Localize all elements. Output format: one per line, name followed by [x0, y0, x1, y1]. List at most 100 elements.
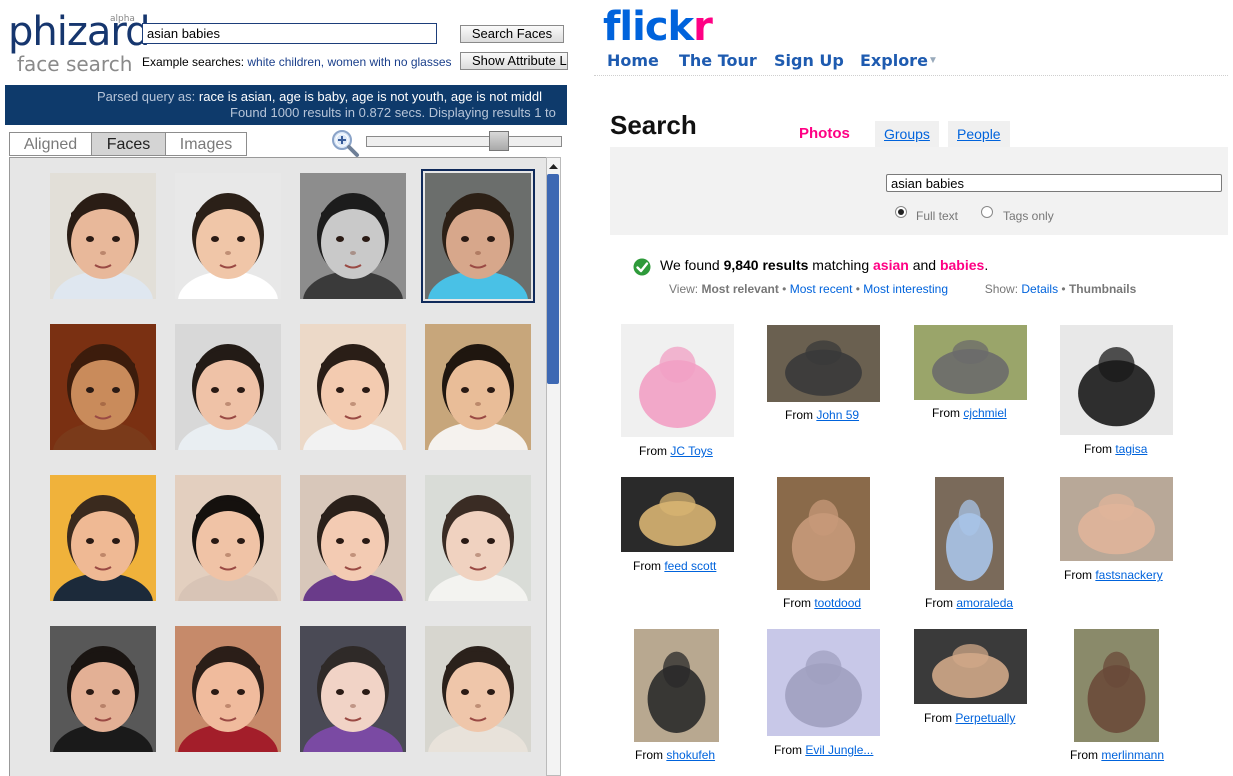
photo-thumbnail[interactable] [777, 477, 870, 590]
photo-thumbnail[interactable] [914, 629, 1027, 704]
photo-owner-link[interactable]: tootdood [814, 596, 861, 610]
photo-owner-link[interactable]: Evil Jungle... [805, 743, 873, 757]
face-result-thumbnail[interactable] [50, 324, 156, 450]
photo-caption: From shokufeh [635, 748, 715, 762]
photo-thumbnail[interactable] [767, 325, 880, 402]
view-most-relevant[interactable]: Most relevant [701, 282, 778, 296]
tab-photos[interactable]: Photos [790, 121, 859, 147]
photo-caption: From John 59 [785, 408, 859, 422]
nav-sign-up[interactable]: Sign Up [774, 51, 844, 70]
caption-from-label: From [785, 408, 817, 422]
face-result-thumbnail[interactable] [300, 324, 406, 450]
nav-home[interactable]: Home [607, 51, 659, 70]
photo-thumbnail[interactable] [621, 477, 734, 552]
tab-images[interactable]: Images [165, 132, 247, 156]
zoom-slider-thumb[interactable] [489, 131, 509, 151]
caption-from-label: From [1070, 748, 1102, 762]
photo-owner-link[interactable]: feed scott [664, 559, 716, 573]
photo-caption: From tagisa [1084, 442, 1147, 456]
photo-thumbnail[interactable] [767, 629, 880, 736]
face-result-thumbnail[interactable] [425, 626, 531, 752]
show-attribute-button[interactable]: Show Attribute L [460, 52, 568, 70]
face-result-thumbnail[interactable] [425, 475, 531, 601]
page-title: Search [610, 110, 697, 140]
alpha-badge: alpha [110, 14, 135, 24]
scroll-up-arrow-icon[interactable] [546, 159, 561, 174]
caption-from-label: From [639, 444, 671, 458]
nav-the-tour[interactable]: The Tour [679, 51, 757, 70]
photo-thumbnail[interactable] [935, 477, 1004, 590]
caption-from-label: From [932, 406, 964, 420]
caption-from-label: From [924, 711, 956, 725]
check-icon [633, 258, 651, 276]
photo-caption: From fastsnackery [1064, 568, 1163, 582]
caption-from-label: From [633, 559, 665, 573]
photo-thumbnail[interactable] [1060, 325, 1173, 435]
zoom-slider-track[interactable] [366, 136, 562, 147]
scrollbar-thumb[interactable] [547, 174, 559, 384]
explore-dropdown-icon[interactable]: ▼ [928, 55, 938, 66]
search-faces-button[interactable]: Search Faces [460, 25, 564, 43]
photo-owner-link[interactable]: shokufeh [666, 748, 715, 762]
view-most-recent[interactable]: Most recent [790, 282, 853, 296]
photo-owner-link[interactable]: Perpetually [955, 711, 1015, 725]
face-result-thumbnail[interactable] [421, 169, 535, 303]
face-result-thumbnail[interactable] [300, 173, 406, 299]
face-result-thumbnail[interactable] [425, 324, 531, 450]
caption-from-label: From [925, 596, 957, 610]
face-result-thumbnail[interactable] [175, 475, 281, 601]
show-thumbnails[interactable]: Thumbnails [1069, 282, 1136, 296]
nav-divider [594, 75, 1228, 77]
caption-from-label: From [635, 748, 667, 762]
magnifier-zoom-icon[interactable] [330, 128, 360, 158]
caption-from-label: From [1064, 568, 1096, 582]
radio-full-text-label: Full text [916, 209, 959, 223]
photo-caption: From amoraleda [925, 596, 1013, 610]
face-result-thumbnail[interactable] [50, 173, 156, 299]
results-summary: We found 9,840 results matching asian an… [660, 257, 989, 273]
photo-owner-link[interactable]: cjchmiel [963, 406, 1006, 420]
radio-full-text[interactable] [895, 206, 907, 218]
photo-thumbnail[interactable] [634, 629, 719, 742]
photo-owner-link[interactable]: John 59 [816, 408, 859, 422]
view-most-interesting[interactable]: Most interesting [863, 282, 948, 296]
query-banner: Parsed query as: race is asian, age is b… [5, 85, 567, 125]
flickr-search-input[interactable]: asian babies [886, 174, 1222, 192]
search-input[interactable]: asian babies [142, 23, 437, 44]
show-details[interactable]: Details [1021, 282, 1058, 296]
face-result-thumbnail[interactable] [175, 173, 281, 299]
radio-tags-only-label: Tags only [1003, 209, 1054, 223]
face-result-thumbnail[interactable] [175, 324, 281, 450]
photo-owner-link[interactable]: amoraleda [956, 596, 1013, 610]
nav-explore[interactable]: Explore [860, 51, 928, 70]
photo-owner-link[interactable]: JC Toys [670, 444, 712, 458]
example-searches: Example searches: white children, women … [142, 55, 452, 69]
results-count-line: Found 1000 results in 0.872 secs. Displa… [230, 105, 556, 120]
photo-owner-link[interactable]: tagisa [1115, 442, 1147, 456]
flickr-logo[interactable]: flickr [603, 4, 713, 50]
photo-caption: From Perpetually [924, 711, 1015, 725]
photo-thumbnail[interactable] [1074, 629, 1159, 742]
tab-faces[interactable]: Faces [91, 132, 166, 156]
photo-owner-link[interactable]: merlinmann [1101, 748, 1164, 762]
example-link-women-no-glasses[interactable]: women with no glasses [327, 55, 451, 69]
face-result-thumbnail[interactable] [50, 475, 156, 601]
caption-from-label: From [783, 596, 815, 610]
face-result-thumbnail[interactable] [175, 626, 281, 752]
photo-thumbnail[interactable] [621, 324, 734, 437]
example-link-white-children[interactable]: white children, [247, 55, 324, 69]
photo-owner-link[interactable]: fastsnackery [1095, 568, 1162, 582]
face-result-thumbnail[interactable] [50, 626, 156, 752]
face-result-thumbnail[interactable] [300, 475, 406, 601]
phizard-subtitle: face search [17, 52, 133, 76]
photo-thumbnail[interactable] [1060, 477, 1173, 561]
photo-caption: From JC Toys [639, 444, 713, 458]
face-result-thumbnail[interactable] [300, 626, 406, 752]
tab-aligned[interactable]: Aligned [9, 132, 92, 156]
photo-thumbnail[interactable] [914, 325, 1027, 400]
tab-groups[interactable]: Groups [875, 121, 939, 147]
photo-caption: From merlinmann [1070, 748, 1164, 762]
radio-tags-only[interactable] [981, 206, 993, 218]
tab-people[interactable]: People [948, 121, 1010, 147]
caption-from-label: From [1084, 442, 1116, 456]
